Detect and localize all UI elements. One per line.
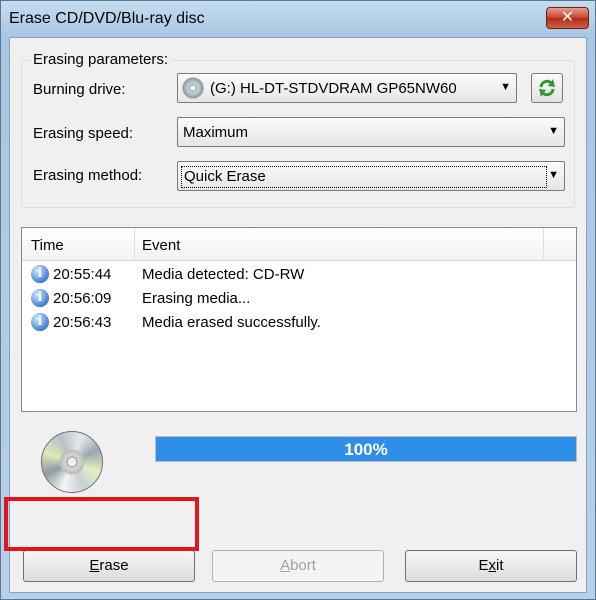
column-divider [134,228,135,261]
method-value: Quick Erase [181,166,547,188]
column-header-event[interactable]: Event [142,237,180,254]
erase-button[interactable]: Erase [23,550,195,582]
erasing-speed-label: Erasing speed: [33,125,134,142]
log-time: 20:56:43 [53,314,112,331]
speed-value: Maximum [183,124,249,141]
abort-button[interactable]: Abort [212,550,384,582]
log-event: Media detected: CD-RW [142,266,305,283]
exit-label-end: it [496,557,504,574]
erase-mnemonic: E [89,557,100,574]
exit-button[interactable]: Exit [405,550,577,582]
abort-mnemonic: A [280,557,291,574]
log-header: Time Event [22,228,576,261]
refresh-drives-button[interactable] [531,73,563,103]
title-bar: Erase CD/DVD/Blu-ray disc ✕ [1,1,595,37]
info-icon: i [31,313,49,331]
close-icon: ✕ [560,9,575,26]
burning-drive-label: Burning drive: [33,81,126,98]
close-button[interactable]: ✕ [546,7,589,29]
event-log[interactable]: Time Event i 20:55:44 Media detected: CD… [21,227,577,412]
chevron-down-icon: ▼ [548,125,559,137]
erase-disc-window: Erase CD/DVD/Blu-ray disc ✕ Erasing para… [0,0,596,600]
progress-label: 100% [344,440,388,459]
exit-mnemonic: x [488,557,497,574]
abort-label: bort [290,557,316,574]
burning-drive-select[interactable]: (G:) HL-DT-STDVDRAM GP65NW60 ▼ [177,73,517,103]
exit-label-start: E [478,557,489,574]
log-row[interactable]: i 20:55:44 Media detected: CD-RW [22,263,576,287]
refresh-icon [539,79,555,97]
log-row[interactable]: i 20:56:43 Media erased successfully. [22,311,576,335]
log-event: Erasing media... [142,290,251,307]
erase-progress-bar: 100% [155,436,577,462]
info-icon: i [31,265,49,283]
chevron-down-icon: ▼ [500,81,511,93]
erasing-parameters-group: Erasing parameters: Burning drive: (G:) … [21,51,575,208]
chevron-down-icon: ▼ [548,169,559,181]
erasing-method-label: Erasing method: [33,167,143,184]
info-icon: i [31,289,49,307]
erasing-method-select[interactable]: Quick Erase ▼ [177,161,565,191]
drive-icon [182,77,204,99]
log-event: Media erased successfully. [142,314,321,331]
log-time: 20:55:44 [53,266,112,283]
drive-value: (G:) HL-DT-STDVDRAM GP65NW60 [210,80,457,97]
log-time: 20:56:09 [53,290,112,307]
erase-button-highlight [4,497,199,551]
cd-disc-icon [41,431,103,493]
group-title: Erasing parameters: [30,51,172,68]
log-row[interactable]: i 20:56:09 Erasing media... [22,287,576,311]
erase-label: rase [99,557,129,574]
window-title: Erase CD/DVD/Blu-ray disc [9,10,205,27]
column-header-time[interactable]: Time [31,237,64,254]
erasing-speed-select[interactable]: Maximum ▼ [177,117,565,147]
column-divider [543,228,544,261]
